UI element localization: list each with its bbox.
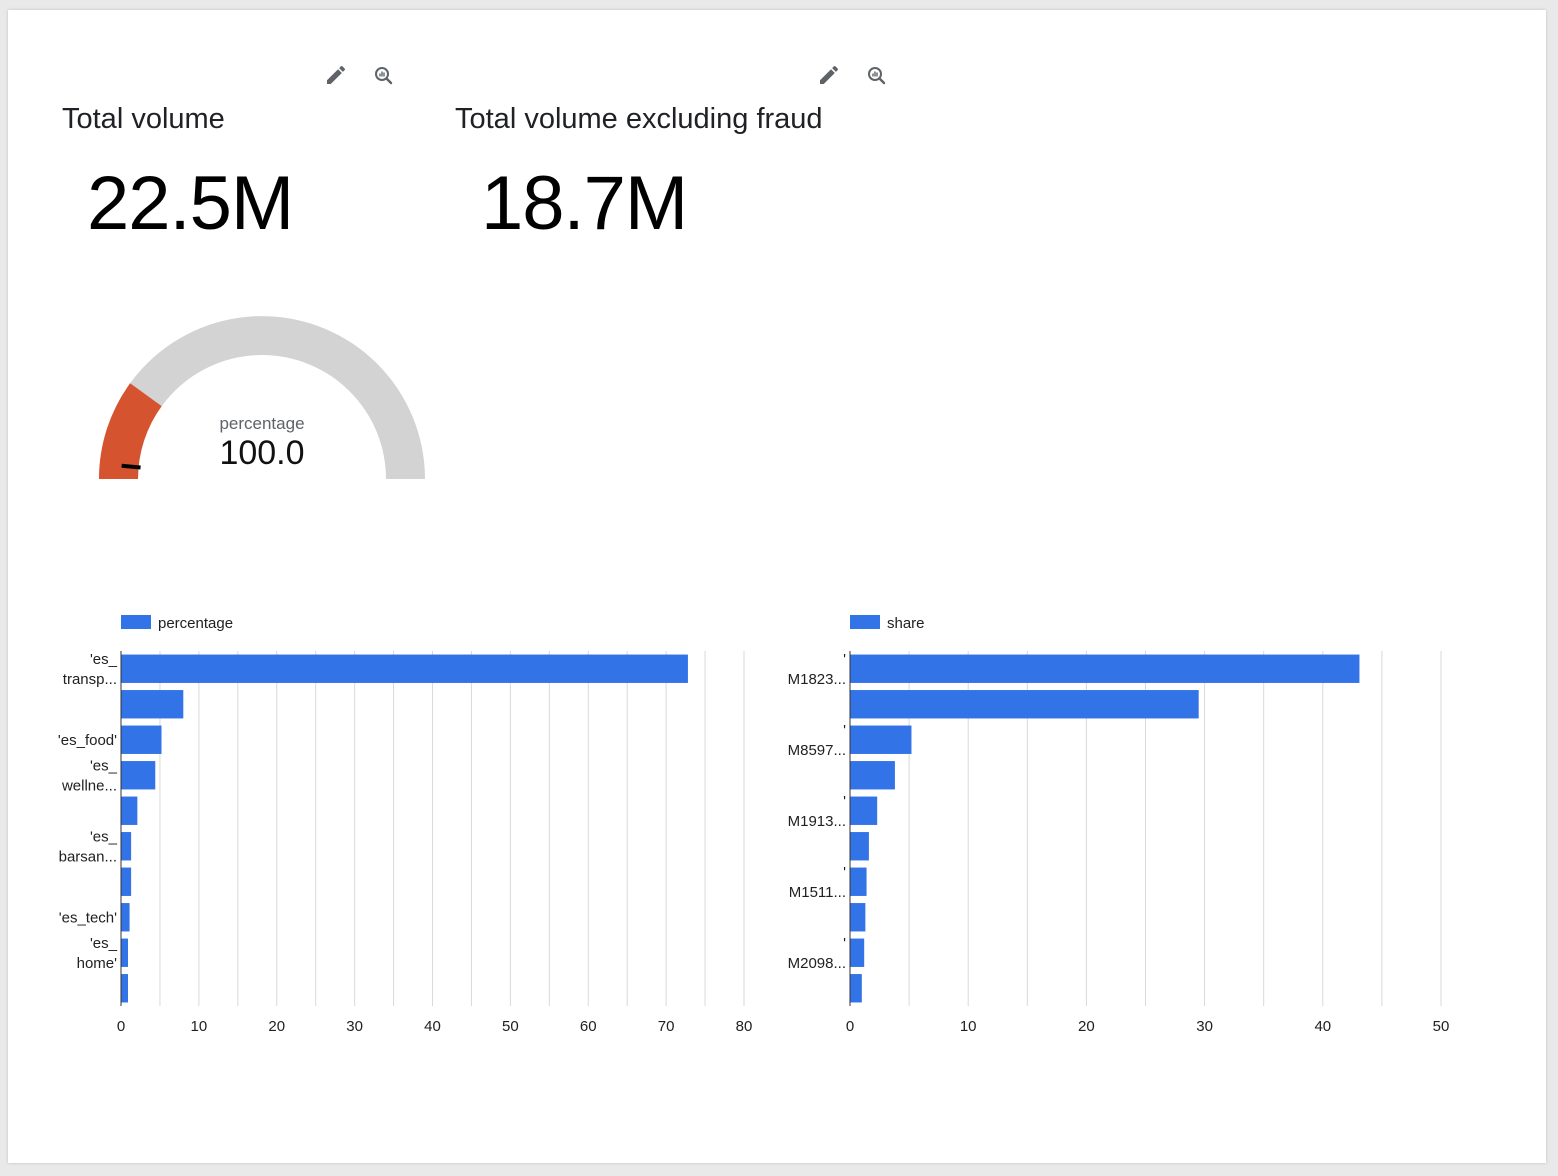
bar bbox=[850, 796, 878, 825]
x-tick-label: 0 bbox=[846, 1018, 854, 1035]
category-label: ' bbox=[843, 793, 846, 810]
category-label: M1823... bbox=[788, 671, 846, 688]
legend-swatch bbox=[850, 615, 880, 629]
x-tick-label: 30 bbox=[1196, 1018, 1213, 1035]
bar-chart-share: share 0 10 20 30 40 50 ' M1823... ' M8597... ' M1913… bbox=[788, 615, 1450, 1035]
bar bbox=[850, 974, 862, 1003]
category-label: M8597... bbox=[788, 742, 846, 759]
bar bbox=[850, 725, 912, 754]
category-label: ' bbox=[843, 935, 846, 952]
category-label: ' bbox=[843, 722, 846, 739]
category-label: M2098... bbox=[788, 955, 846, 972]
bar bbox=[850, 832, 869, 861]
x-tick-label: 10 bbox=[960, 1018, 977, 1035]
category-label: ' bbox=[843, 651, 846, 668]
x-tick-label: 40 bbox=[1314, 1018, 1331, 1035]
legend-label: share bbox=[887, 615, 925, 632]
bar bbox=[850, 867, 867, 896]
bar bbox=[850, 938, 865, 967]
category-label: M1913... bbox=[788, 813, 846, 830]
bar bbox=[850, 654, 1360, 683]
x-tick-label: 50 bbox=[1433, 1018, 1450, 1035]
category-label: M1511... bbox=[789, 884, 846, 901]
x-tick-label: 20 bbox=[1078, 1018, 1095, 1035]
bar bbox=[850, 690, 1199, 719]
bar bbox=[850, 903, 866, 932]
category-label: ' bbox=[843, 864, 846, 881]
bar bbox=[850, 761, 895, 790]
